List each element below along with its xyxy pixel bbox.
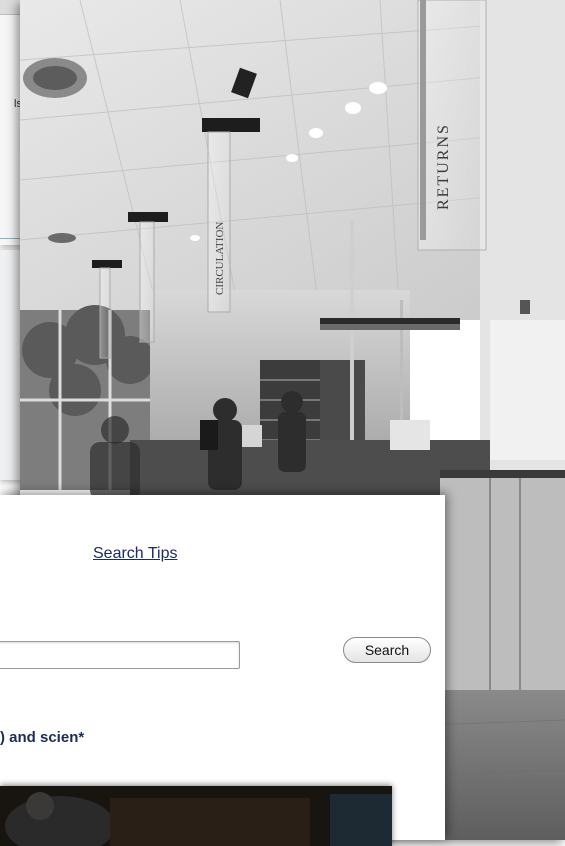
returns-sign-text: RETURNS: [435, 123, 452, 210]
circulation-sign-text: CIRCULATION: [214, 222, 226, 295]
search-panel: Search Tips Search ) and scien*: [0, 495, 445, 846]
search-button[interactable]: Search: [343, 637, 431, 663]
search-tips-link[interactable]: Search Tips: [93, 545, 177, 563]
query-summary-text: ) and scien*: [0, 729, 85, 746]
search-input[interactable]: [0, 641, 240, 669]
study-area-thumbnail-photo: [0, 786, 392, 846]
